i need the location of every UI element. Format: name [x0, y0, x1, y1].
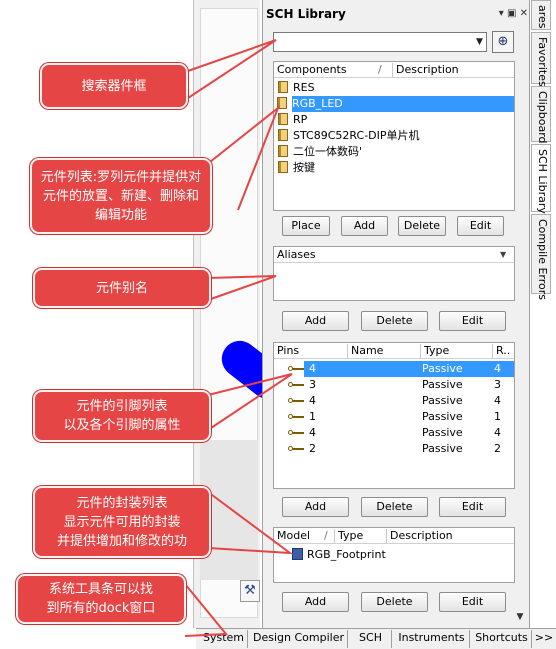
search-pointer-line — [184, 39, 277, 101]
callout-pins: 元件的引脚列表 以及各个引脚的属性 — [33, 390, 211, 442]
callout-components-list: 元件列表:罗列元件并提供对元件的放置、新建、删除和编辑功能 — [30, 158, 212, 234]
callout-system-toolbar: 系统工具条可以找 到所有的dock窗口 — [16, 574, 186, 624]
components-pointer-line — [209, 104, 281, 211]
aliases-pointer-line — [207, 275, 277, 301]
callout-search: 搜索器件框 — [40, 63, 188, 109]
footprint-pointer-line — [207, 491, 294, 555]
callout-footprint: 元件的封装列表 显示元件可用的封装 并提供增加和修改的功 — [33, 486, 211, 558]
callout-aliases: 元件别名 — [33, 268, 211, 308]
system-pointer-line — [184, 583, 229, 637]
pins-pointer-line — [207, 373, 293, 431]
